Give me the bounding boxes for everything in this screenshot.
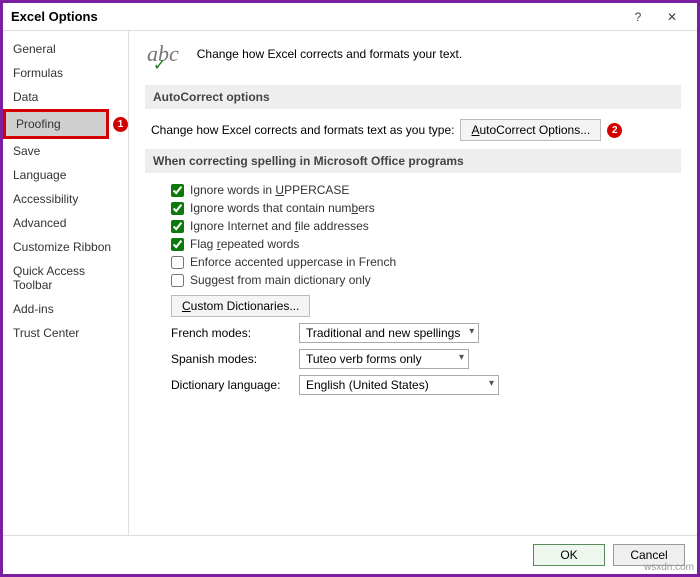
annotation-badge-2: 2: [607, 123, 622, 138]
window-title: Excel Options: [11, 9, 621, 24]
sidebar-item-formulas[interactable]: Formulas: [3, 61, 128, 85]
check-uppercase-box[interactable]: [171, 184, 184, 197]
abc-icon: abc ✓: [147, 41, 179, 67]
custom-dictionaries-button[interactable]: Custom Dictionaries...: [171, 295, 310, 317]
sidebar-item-trust-center[interactable]: Trust Center: [3, 321, 128, 345]
spanish-modes-select[interactable]: Tuteo verb forms only: [299, 349, 469, 369]
dictionary-language-label: Dictionary language:: [171, 378, 291, 392]
close-button[interactable]: ✕: [655, 6, 689, 28]
check-french-accent[interactable]: Enforce accented uppercase in French: [171, 255, 681, 269]
intro-row: abc ✓ Change how Excel corrects and form…: [145, 41, 681, 67]
section-autocorrect-heading: AutoCorrect options: [145, 85, 681, 109]
sidebar-item-advanced[interactable]: Advanced: [3, 211, 128, 235]
check-repeated-box[interactable]: [171, 238, 184, 251]
sidebar-item-addins[interactable]: Add-ins: [3, 297, 128, 321]
sidebar-item-proofing[interactable]: Proofing: [3, 109, 109, 139]
check-numbers-box[interactable]: [171, 202, 184, 215]
autocorrect-btn-rest: utoCorrect Options...: [480, 123, 591, 137]
french-modes-label: French modes:: [171, 326, 291, 340]
french-modes-select[interactable]: Traditional and new spellings: [299, 323, 479, 343]
check-icon: ✓: [153, 55, 166, 75]
check-main-dict-box[interactable]: [171, 274, 184, 287]
sidebar-item-save[interactable]: Save: [3, 139, 128, 163]
check-uppercase[interactable]: Ignore words in UPPERCASE: [171, 183, 681, 197]
check-french-accent-box[interactable]: [171, 256, 184, 269]
check-numbers[interactable]: Ignore words that contain numbers: [171, 201, 681, 215]
autocorrect-options-button[interactable]: AutoCorrect Options...: [460, 119, 601, 141]
autocorrect-desc: Change how Excel corrects and formats te…: [151, 123, 454, 137]
sidebar-item-quick-access[interactable]: Quick Access Toolbar: [3, 259, 128, 297]
watermark: wsxdn.com: [644, 562, 694, 573]
ok-button[interactable]: OK: [533, 544, 605, 566]
check-internet-box[interactable]: [171, 220, 184, 233]
dialog-footer: OK Cancel: [3, 535, 697, 574]
sidebar-item-general[interactable]: General: [3, 37, 128, 61]
excel-options-window: Excel Options ? ✕ General Formulas Data …: [0, 0, 700, 577]
dictionary-language-select[interactable]: English (United States): [299, 375, 499, 395]
dialog-body: General Formulas Data Proofing 1 Save La…: [3, 31, 697, 535]
category-sidebar: General Formulas Data Proofing 1 Save La…: [3, 31, 129, 535]
check-main-dict[interactable]: Suggest from main dictionary only: [171, 273, 681, 287]
check-internet[interactable]: Ignore Internet and file addresses: [171, 219, 681, 233]
annotation-badge-1: 1: [113, 117, 128, 132]
sidebar-item-accessibility[interactable]: Accessibility: [3, 187, 128, 211]
spanish-modes-label: Spanish modes:: [171, 352, 291, 366]
sidebar-item-language[interactable]: Language: [3, 163, 128, 187]
sidebar-item-customize-ribbon[interactable]: Customize Ribbon: [3, 235, 128, 259]
content-pane: abc ✓ Change how Excel corrects and form…: [129, 31, 697, 535]
help-button[interactable]: ?: [621, 6, 655, 28]
section-spelling-heading: When correcting spelling in Microsoft Of…: [145, 149, 681, 173]
sidebar-item-data[interactable]: Data: [3, 85, 128, 109]
check-repeated[interactable]: Flag repeated words: [171, 237, 681, 251]
titlebar: Excel Options ? ✕: [3, 3, 697, 31]
intro-text: Change how Excel corrects and formats yo…: [197, 47, 462, 61]
